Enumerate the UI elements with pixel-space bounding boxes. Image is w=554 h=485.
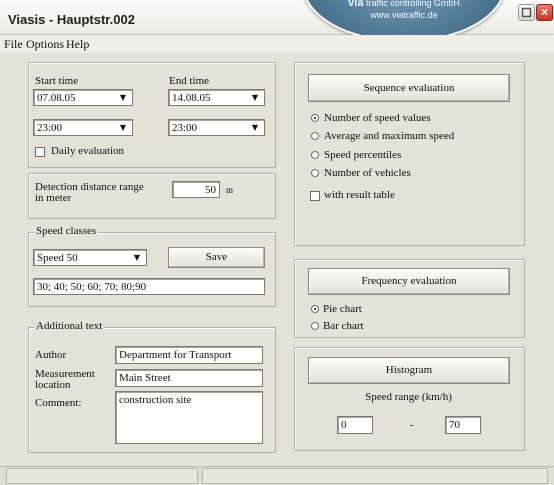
radio-number-of-speed-values[interactable] bbox=[311, 114, 319, 122]
location-input[interactable]: Main Street bbox=[115, 369, 263, 387]
menu-help[interactable]: Help bbox=[66, 37, 89, 52]
option-number-of-speed-values: Number of speed values bbox=[324, 112, 431, 124]
radio-average-max-speed[interactable] bbox=[311, 132, 319, 140]
chevron-down-icon[interactable]: ▼ bbox=[116, 121, 130, 135]
additional-text-legend: Additional text bbox=[34, 320, 105, 332]
maximize-icon[interactable] bbox=[518, 4, 535, 21]
radio-bar-chart[interactable] bbox=[311, 322, 319, 330]
status-pane-right bbox=[202, 468, 548, 484]
start-hour-value: 23:00 bbox=[37, 122, 63, 134]
save-button[interactable]: Save bbox=[168, 247, 265, 268]
vendor-company: traffic controlling GmbH bbox=[365, 0, 460, 8]
end-time-label: End time bbox=[169, 75, 210, 87]
sequence-evaluation-button[interactable]: Sequence evaluation bbox=[308, 74, 510, 102]
frequency-evaluation-button[interactable]: Frequency evaluation bbox=[308, 268, 510, 295]
speed-range-separator: - bbox=[410, 419, 414, 431]
option-average-max-speed: Average and maximum speed bbox=[324, 130, 455, 142]
option-pie-chart: Pie chart bbox=[323, 303, 362, 315]
speed-classes-group bbox=[28, 232, 276, 307]
end-hour-combo[interactable]: 23:00 ▼ bbox=[168, 119, 265, 136]
start-date-combo[interactable]: 07.08.05 ▼ bbox=[33, 89, 133, 106]
location-label: Measurement location bbox=[35, 369, 95, 391]
end-date-combo[interactable]: 14.08.05 ▼ bbox=[168, 89, 265, 106]
detection-label-line2: in meter bbox=[35, 192, 72, 204]
daily-evaluation-checkbox[interactable] bbox=[35, 147, 45, 157]
vendor-brand: via bbox=[348, 0, 364, 9]
detection-label: Detection distance range in meter bbox=[35, 182, 144, 204]
start-hour-combo[interactable]: 23:00 ▼ bbox=[33, 119, 133, 136]
chevron-down-icon[interactable]: ▼ bbox=[130, 251, 144, 265]
detection-distance-input[interactable]: 50 bbox=[172, 181, 220, 198]
location-label-line2: location bbox=[35, 379, 71, 391]
comment-textarea[interactable]: construction site bbox=[115, 391, 263, 444]
author-input[interactable]: Department for Transport bbox=[115, 346, 263, 364]
comment-label: Comment: bbox=[35, 397, 82, 409]
end-hour-value: 23:00 bbox=[172, 122, 198, 134]
vendor-url: www.viatraffic.de bbox=[370, 10, 438, 20]
option-number-of-vehicles: Number of vehicles bbox=[324, 167, 411, 179]
chevron-down-icon[interactable]: ▼ bbox=[248, 91, 262, 105]
speed-range-to-input[interactable]: 70 bbox=[445, 416, 481, 434]
option-bar-chart: Bar chart bbox=[323, 320, 364, 332]
option-speed-percentiles: Speed percentiles bbox=[324, 149, 402, 161]
menu-file[interactable]: File bbox=[4, 37, 23, 52]
daily-evaluation-label: Daily evaluation bbox=[51, 145, 125, 157]
speed-class-values-input[interactable]: 30; 40; 50; 60; 70; 80;90 bbox=[33, 278, 265, 295]
speed-range-from-input[interactable]: 0 bbox=[337, 416, 373, 434]
radio-number-of-vehicles[interactable] bbox=[311, 169, 319, 177]
close-icon[interactable]: × bbox=[536, 4, 553, 21]
vendor-banner-company: via traffic controlling GmbH bbox=[316, 0, 492, 9]
speed-classes-legend: Speed classes bbox=[34, 225, 99, 237]
start-time-label: Start time bbox=[35, 75, 79, 87]
result-table-label: with result table bbox=[324, 189, 395, 201]
radio-speed-percentiles[interactable] bbox=[311, 151, 319, 159]
detection-unit: m bbox=[226, 185, 234, 195]
status-pane-left bbox=[6, 468, 198, 484]
speed-class-combo[interactable]: Speed 50 ▼ bbox=[33, 249, 147, 266]
speed-range-label: Speed range (km/h) bbox=[365, 391, 452, 403]
chevron-down-icon[interactable]: ▼ bbox=[116, 91, 130, 105]
radio-pie-chart[interactable] bbox=[311, 305, 319, 313]
start-date-value: 07.08.05 bbox=[37, 92, 76, 104]
histogram-button[interactable]: Histogram bbox=[308, 357, 510, 384]
result-table-checkbox[interactable] bbox=[310, 191, 320, 201]
speed-class-value: Speed 50 bbox=[37, 252, 78, 264]
menu-options[interactable]: Options bbox=[26, 37, 64, 52]
chevron-down-icon[interactable]: ▼ bbox=[248, 121, 262, 135]
window-title: Viasis - Hauptstr.002 bbox=[8, 12, 135, 27]
author-label: Author bbox=[35, 349, 67, 361]
end-date-value: 14.08.05 bbox=[172, 92, 211, 104]
